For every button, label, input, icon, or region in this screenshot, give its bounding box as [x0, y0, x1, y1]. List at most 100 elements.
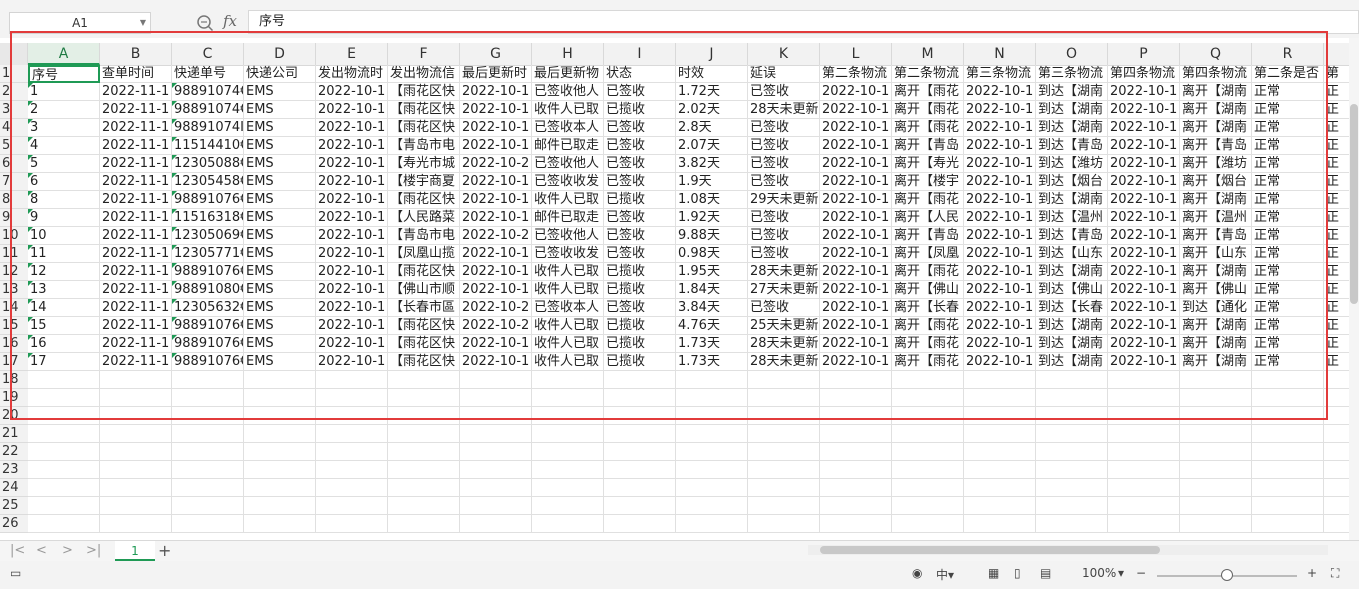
- normal-view-icon[interactable]: ▦: [988, 566, 999, 580]
- formula-input[interactable]: 序号: [248, 10, 1359, 34]
- table-cell[interactable]: [316, 497, 388, 515]
- table-cell[interactable]: 序号: [28, 65, 100, 83]
- table-cell[interactable]: 正常: [1252, 227, 1324, 245]
- table-cell[interactable]: [388, 515, 460, 533]
- table-cell[interactable]: [172, 461, 244, 479]
- column-header-j[interactable]: J: [676, 43, 748, 65]
- table-cell[interactable]: [1252, 461, 1324, 479]
- table-cell[interactable]: [100, 461, 172, 479]
- table-cell[interactable]: [28, 371, 100, 389]
- table-cell[interactable]: 【雨花区快: [388, 101, 460, 119]
- table-cell[interactable]: 【雨花区快: [388, 317, 460, 335]
- table-cell[interactable]: 第四条物流: [1108, 65, 1180, 83]
- table-cell[interactable]: 2022-10-1: [1108, 191, 1180, 209]
- table-cell[interactable]: 离开【湖南: [1180, 119, 1252, 137]
- table-cell[interactable]: [316, 443, 388, 461]
- table-cell[interactable]: 【雨花区快: [388, 353, 460, 371]
- table-cell[interactable]: [964, 425, 1036, 443]
- table-cell[interactable]: [244, 443, 316, 461]
- table-cell[interactable]: 离开【雨花: [892, 317, 964, 335]
- table-cell[interactable]: [892, 515, 964, 533]
- table-cell[interactable]: [1036, 389, 1108, 407]
- table-cell[interactable]: 28天未更新: [748, 335, 820, 353]
- table-cell[interactable]: 16: [28, 335, 100, 353]
- table-cell[interactable]: 2022-11-1: [100, 137, 172, 155]
- table-cell[interactable]: [1252, 497, 1324, 515]
- row-header[interactable]: 21: [0, 425, 28, 443]
- table-cell[interactable]: 2022-10-1: [1108, 299, 1180, 317]
- column-header-m[interactable]: M: [892, 43, 964, 65]
- table-cell[interactable]: 已签收收发: [532, 173, 604, 191]
- table-cell[interactable]: 2022-11-1: [100, 155, 172, 173]
- row-header[interactable]: 4: [0, 119, 28, 137]
- table-cell[interactable]: 时效: [676, 65, 748, 83]
- table-cell[interactable]: 正常: [1252, 173, 1324, 191]
- table-cell[interactable]: 98891074I: [172, 119, 244, 137]
- row-header[interactable]: 20: [0, 407, 28, 425]
- macro-icon[interactable]: ▭: [10, 566, 21, 580]
- next-sheet-icon[interactable]: >: [62, 543, 73, 558]
- table-cell[interactable]: 2022-10-1: [820, 173, 892, 191]
- table-cell[interactable]: [820, 443, 892, 461]
- table-cell[interactable]: 正常: [1252, 191, 1324, 209]
- table-cell[interactable]: [1108, 407, 1180, 425]
- table-cell[interactable]: [964, 515, 1036, 533]
- table-cell[interactable]: 已签收: [748, 83, 820, 101]
- table-cell[interactable]: 2022-10-2: [460, 227, 532, 245]
- row-header[interactable]: 19: [0, 389, 28, 407]
- table-cell[interactable]: [460, 389, 532, 407]
- row-header[interactable]: 23: [0, 461, 28, 479]
- table-cell[interactable]: [28, 407, 100, 425]
- table-cell[interactable]: 2022-11-1: [100, 317, 172, 335]
- table-cell[interactable]: 发出物流信: [388, 65, 460, 83]
- table-cell[interactable]: 2022-11-1: [100, 119, 172, 137]
- table-cell[interactable]: [1180, 479, 1252, 497]
- table-cell[interactable]: 第二条物流: [820, 65, 892, 83]
- table-cell[interactable]: 离开【青岛: [1180, 137, 1252, 155]
- table-cell[interactable]: 延误: [748, 65, 820, 83]
- table-cell[interactable]: 已揽收: [604, 191, 676, 209]
- table-cell[interactable]: 2022-10-1: [820, 353, 892, 371]
- table-cell[interactable]: 离开【湖南: [1180, 335, 1252, 353]
- table-cell[interactable]: [172, 425, 244, 443]
- table-cell[interactable]: [748, 479, 820, 497]
- table-cell[interactable]: 15: [28, 317, 100, 335]
- table-cell[interactable]: 17: [28, 353, 100, 371]
- table-cell[interactable]: [964, 479, 1036, 497]
- table-cell[interactable]: 正常: [1252, 281, 1324, 299]
- table-cell[interactable]: 已签收: [748, 209, 820, 227]
- table-cell[interactable]: [388, 407, 460, 425]
- table-cell[interactable]: [604, 497, 676, 515]
- table-cell[interactable]: [964, 497, 1036, 515]
- table-cell[interactable]: [316, 461, 388, 479]
- table-cell[interactable]: [1180, 515, 1252, 533]
- table-cell[interactable]: 到达【湖南: [1036, 263, 1108, 281]
- table-cell[interactable]: [1108, 425, 1180, 443]
- table-cell[interactable]: EMS: [244, 173, 316, 191]
- table-cell[interactable]: [1252, 371, 1324, 389]
- table-cell[interactable]: 2022-10-1: [820, 317, 892, 335]
- table-cell[interactable]: [460, 407, 532, 425]
- table-cell[interactable]: [676, 497, 748, 515]
- table-cell[interactable]: EMS: [244, 227, 316, 245]
- row-header[interactable]: 9: [0, 209, 28, 227]
- table-cell[interactable]: [748, 389, 820, 407]
- table-cell[interactable]: 收件人已取: [532, 191, 604, 209]
- table-cell[interactable]: 状态: [604, 65, 676, 83]
- table-cell[interactable]: 2022-10-1: [1108, 263, 1180, 281]
- table-cell[interactable]: 8: [28, 191, 100, 209]
- table-cell[interactable]: 离开【潍坊: [1180, 155, 1252, 173]
- table-cell[interactable]: 2022-10-1: [820, 101, 892, 119]
- table-cell[interactable]: [532, 515, 604, 533]
- table-cell[interactable]: [748, 461, 820, 479]
- column-header-b[interactable]: B: [100, 43, 172, 65]
- table-cell[interactable]: 已签收他人: [532, 155, 604, 173]
- table-cell[interactable]: [28, 443, 100, 461]
- table-cell[interactable]: 2022-10-1: [316, 119, 388, 137]
- table-cell[interactable]: 2022-10-1: [1108, 353, 1180, 371]
- table-cell[interactable]: 2022-10-1: [964, 281, 1036, 299]
- table-cell[interactable]: [172, 407, 244, 425]
- table-cell[interactable]: 第三条物流: [964, 65, 1036, 83]
- table-cell[interactable]: 【凤凰山揽: [388, 245, 460, 263]
- table-cell[interactable]: 2022-10-1: [316, 317, 388, 335]
